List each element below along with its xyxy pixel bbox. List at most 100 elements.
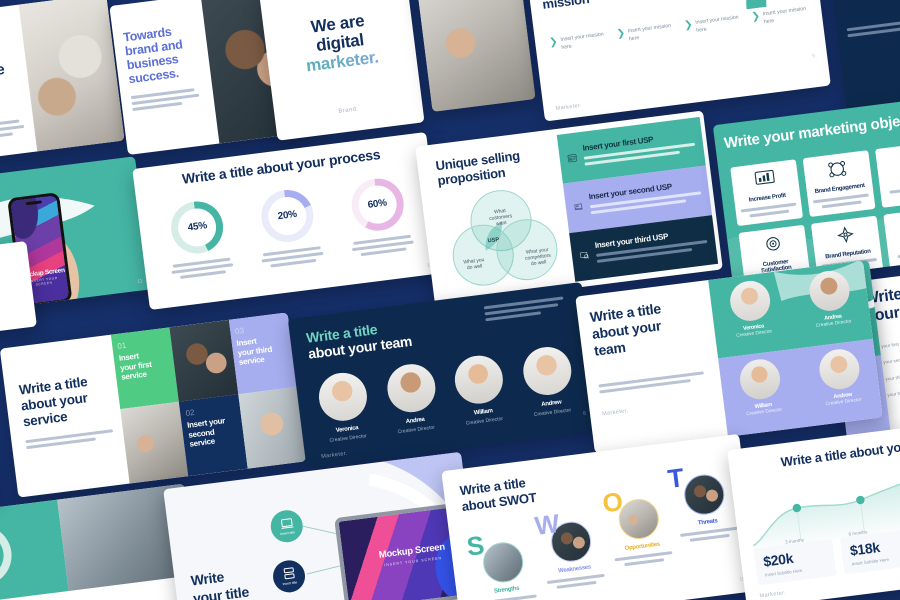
swot-photo: [480, 540, 526, 585]
laptop-icon: [280, 517, 293, 529]
chevron-right-icon: ❯: [751, 10, 761, 23]
team-member-3[interactable]: Andrew Creative Director: [516, 344, 582, 419]
avatar: [737, 356, 783, 402]
laptop-chip-label: Insert title: [280, 529, 296, 536]
venn-diagram: What customers want USP What you do well…: [452, 190, 558, 286]
process-donut-1: 20%: [243, 185, 334, 270]
slide-growth-title: Write a title about your growth: [779, 432, 900, 470]
chevron-right-icon: ❯: [548, 36, 559, 49]
slide-team-split[interactable]: Write a title about your team Marketer. …: [575, 260, 883, 454]
avatar: [817, 346, 862, 392]
slide-team-dark-body: [483, 296, 570, 324]
team-split-member-1[interactable]: Andrea Creative Director: [798, 267, 863, 330]
process-donut-caption: [251, 245, 334, 270]
swot-letter: O: [600, 486, 625, 519]
slide-team-dark[interactable]: Write a title about your team Veronica C…: [287, 282, 601, 468]
slide-team-dark-title: Write a title about your team: [305, 321, 413, 362]
objective-card-1[interactable]: Brand Engagement: [802, 150, 876, 217]
avatar: [807, 268, 852, 314]
process-donut-caption: [341, 233, 424, 258]
browser-window-icon: [567, 153, 577, 162]
slide-mockup-laptop-title: Write your title here: [189, 568, 250, 600]
process-donut-value: 60%: [367, 197, 388, 212]
mission-item-0[interactable]: ❯ Insert your mission here: [549, 31, 610, 54]
laptop-icon: [574, 203, 583, 211]
mission-item-2[interactable]: ❯ Insert your mission here: [684, 14, 745, 37]
objective-card-body: [740, 202, 798, 218]
mission-item-1[interactable]: ❯ Insert your mission here: [616, 22, 677, 45]
avatar: [452, 352, 506, 407]
chevron-right-icon: ❯: [683, 19, 694, 32]
presentation-template-showcase: Starting from the simple way, Marketer. …: [0, 0, 900, 600]
slide-mission-title: about your mission: [541, 0, 591, 12]
swot-item-0[interactable]: S Strengths: [464, 530, 545, 600]
team-member-1[interactable]: Andrea Creative Director: [379, 361, 445, 436]
chevron-right-icon: ❯: [616, 27, 626, 40]
swot-photo: [616, 496, 662, 542]
compass-icon: [837, 225, 854, 243]
slide-service[interactable]: Write a title about your service 01 Inse…: [0, 312, 307, 498]
slide-team-split-title: Write a title about your team: [588, 300, 662, 359]
slide-service-title: Write a title about your service: [18, 374, 89, 430]
slide-mission[interactable]: about your mission ❯ Insert your mission…: [527, 0, 831, 122]
service-tile-label: Insert your second service: [186, 416, 226, 449]
slide-swot[interactable]: Write a title about SWOT S Strengths W W…: [441, 433, 759, 600]
stats-90-donut: 90%: [0, 522, 16, 590]
team-member-2[interactable]: William Creative Director: [447, 352, 513, 427]
slide-usp-title: Unique selling proposition: [434, 147, 521, 189]
slide-team-split-footer: Marketer.: [601, 408, 629, 418]
slide-usp[interactable]: Unique selling proposition What customer…: [415, 110, 723, 306]
service-tile-1[interactable]: 02 Insert your second service: [179, 394, 248, 477]
objective-card-0[interactable]: Increase Profit: [730, 159, 804, 226]
slide-dark-edge-top[interactable]: M: [829, 0, 900, 113]
team-member-0[interactable]: Veronica Creative Director: [311, 369, 377, 444]
avatar: [384, 361, 438, 416]
objective-card-extra-top[interactable]: [875, 141, 900, 208]
objective-card-body: [812, 193, 870, 209]
slide-mission-footer: Marketer.: [555, 102, 583, 113]
process-donut-2: 60%: [333, 174, 424, 259]
mission-item-3[interactable]: ❯ Insert your mission here: [751, 5, 812, 28]
slide-starting-photo: [18, 0, 125, 152]
slide-service-body: [25, 428, 121, 449]
slide-starting-body: [0, 118, 33, 143]
chart-screen-icon: [754, 169, 775, 185]
slide-mockup-laptop[interactable]: Write your title here Insert title Inser…: [163, 451, 481, 600]
service-tile-2[interactable]: 03 Insert your third service: [228, 312, 297, 395]
slide-we-are-kicker: Who we are: [260, 0, 408, 7]
slide-towards-title: Towards brand and business success.: [122, 24, 184, 87]
avatar: [316, 370, 370, 424]
slide-objectives[interactable]: Write your marketing objectives Increase…: [712, 95, 900, 287]
team-split-member-0[interactable]: Veronica Creative Director: [719, 277, 784, 340]
laptop-chip-label: Insert title: [282, 580, 298, 587]
service-tile-0[interactable]: 01 Insert your first service: [110, 327, 180, 410]
objective-card-extra-bottom[interactable]: [883, 206, 900, 280]
slide-growth[interactable]: Write a title about your growth 3 months…: [727, 414, 900, 600]
slide-swot-title: Write a title about SWOT: [458, 475, 538, 514]
mission-item-label: Insert your mission here: [762, 5, 807, 26]
slide-we-are-digital[interactable]: Who we are We are digital marketer. Bran…: [259, 0, 425, 141]
slide-team-dark-footer: Marketer.: [320, 450, 349, 460]
service-tile-label: Insert your first service: [118, 351, 153, 382]
slide-team-split-body: [598, 370, 716, 394]
mission-item-label: Insert your mission here: [627, 22, 672, 43]
slide-starting[interactable]: Starting from the simple way, Marketer.: [0, 0, 125, 163]
slide-mission-page: 5: [811, 53, 816, 60]
service-photo-1: [120, 401, 189, 484]
team-split-member-2[interactable]: William Creative Director: [729, 356, 794, 419]
slide-process[interactable]: Write a title about your process 45% 20%…: [132, 132, 444, 310]
swot-item-1[interactable]: W Weaknesses: [532, 508, 613, 590]
swot-letter: T: [666, 462, 686, 494]
slide-office-photo[interactable]: [416, 0, 536, 113]
process-donut-value: 45%: [187, 220, 208, 234]
team-split-member-3[interactable]: Andrew Creative Director: [808, 346, 873, 409]
service-tile-label: Insert your third service: [236, 336, 273, 368]
network-icon: [828, 160, 847, 178]
slide-mockup-phone-page: 11: [137, 278, 143, 285]
slide-towards-body: [130, 86, 212, 112]
mission-item-label: Insert your mission here: [695, 14, 739, 34]
slide-dark-edge-body: [846, 19, 900, 40]
swot-photo: [681, 472, 727, 517]
slide-we-are-footer: Brand.: [338, 106, 359, 115]
process-donut-caption: [161, 256, 244, 281]
